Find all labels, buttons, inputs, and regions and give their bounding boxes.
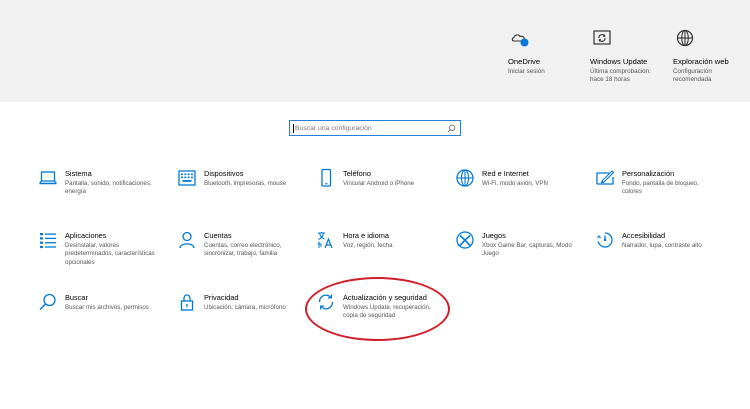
settings-category-red-e-internet[interactable]: Red e Internet Wi-Fi, modo avión, VPN (455, 168, 575, 208)
quick-action-title: Exploración web (673, 57, 729, 66)
category-title: Teléfono (343, 169, 371, 178)
category-description: Wi-Fi, modo avión, VPN (482, 180, 549, 187)
category-description: Pantalla, sonido, notificaciones, energí… (65, 180, 152, 196)
category-title: Hora e idioma (343, 231, 390, 240)
search-icon (38, 292, 58, 312)
time-language-icon (316, 230, 336, 250)
search-icon[interactable] (447, 124, 456, 133)
text-cursor (293, 124, 294, 133)
quick-action-web-browsing[interactable]: Exploración web Configuración recomendad… (673, 28, 750, 84)
category-description: Voz, región, fecha (343, 242, 393, 249)
category-title: Privacidad (204, 293, 239, 302)
settings-category-privacidad[interactable]: Privacidad Ubicación, cámara, micrófono (177, 292, 297, 332)
laptop-icon (38, 168, 58, 188)
category-title: Accesibilidad (622, 231, 666, 240)
settings-category-sistema[interactable]: Sistema Pantalla, sonido, notificaciones… (38, 168, 158, 208)
search-placeholder: Buscar una configuración (295, 125, 372, 132)
quick-action-subtitle: Configuración recomendada (673, 68, 712, 83)
settings-category-accesibilidad[interactable]: Accesibilidad Narrador, lupa, contraste … (595, 230, 715, 270)
quick-action-windows-update[interactable]: Windows Update Última comprobación: hace… (590, 28, 670, 84)
settings-category-telefono[interactable]: Teléfono Vincular Android o iPhone (316, 168, 436, 208)
category-description: Vincular Android o iPhone (343, 180, 415, 187)
category-title: Aplicaciones (65, 231, 107, 240)
quick-action-subtitle: Última comprobación: hace 18 horas (590, 68, 651, 83)
category-title: Dispositivos (204, 169, 244, 178)
category-description: Buscar mis archivos, permisos (65, 304, 149, 311)
category-description: Ubicación, cámara, micrófono (204, 304, 286, 311)
quick-action-onedrive[interactable]: OneDrive Iniciar sesión (508, 28, 588, 76)
settings-category-juegos[interactable]: Juegos Xbox Game Bar, capturas, Modo Jue… (455, 230, 575, 270)
globe-icon (455, 168, 475, 188)
accessibility-icon (595, 230, 615, 250)
category-title: Personalización (622, 169, 675, 178)
category-title: Sistema (65, 169, 92, 178)
globe-icon (675, 28, 695, 48)
quick-action-subtitle: Iniciar sesión (508, 68, 545, 75)
category-title: Juegos (482, 231, 506, 240)
category-description: Desinstalar, valores predeterminados, ca… (65, 242, 155, 266)
person-icon (177, 230, 197, 250)
settings-search-box[interactable]: Buscar una configuración (289, 120, 461, 136)
category-description: Cuentas, correo electrónico, sincronizar… (204, 242, 282, 258)
apps-list-icon (38, 230, 58, 250)
settings-category-cuentas[interactable]: Cuentas Cuentas, correo electrónico, sin… (177, 230, 297, 270)
windows-update-icon (592, 28, 612, 48)
settings-category-buscar[interactable]: Buscar Buscar mis archivos, permisos (38, 292, 158, 332)
category-description: Bluetooth, impresoras, mouse (204, 180, 287, 187)
lock-icon (177, 292, 197, 312)
category-title: Red e Internet (482, 169, 529, 178)
quick-action-title: OneDrive (508, 57, 541, 66)
quick-action-title: Windows Update (590, 57, 648, 66)
settings-category-personalizacion[interactable]: Personalización Fondo, pantalla de bloqu… (595, 168, 715, 208)
settings-category-aplicaciones[interactable]: Aplicaciones Desinstalar, valores predet… (38, 230, 158, 270)
xbox-icon (455, 230, 475, 250)
settings-category-dispositivos[interactable]: Dispositivos Bluetooth, impresoras, mous… (177, 168, 297, 208)
category-description: Narrador, lupa, contraste alto (622, 242, 702, 249)
settings-category-hora-e-idioma[interactable]: Hora e idioma Voz, región, fecha (316, 230, 436, 270)
category-title: Buscar (65, 293, 89, 302)
phone-icon (316, 168, 336, 188)
onedrive-cloud-icon (510, 28, 530, 48)
category-title: Cuentas (204, 231, 232, 240)
keyboard-icon (177, 168, 197, 188)
category-description: Fondo, pantalla de bloqueo, colores (622, 180, 699, 196)
category-description: Xbox Game Bar, capturas, Modo Juego (482, 242, 572, 258)
highlight-ring-annotation (305, 277, 450, 341)
paint-icon (595, 168, 615, 188)
